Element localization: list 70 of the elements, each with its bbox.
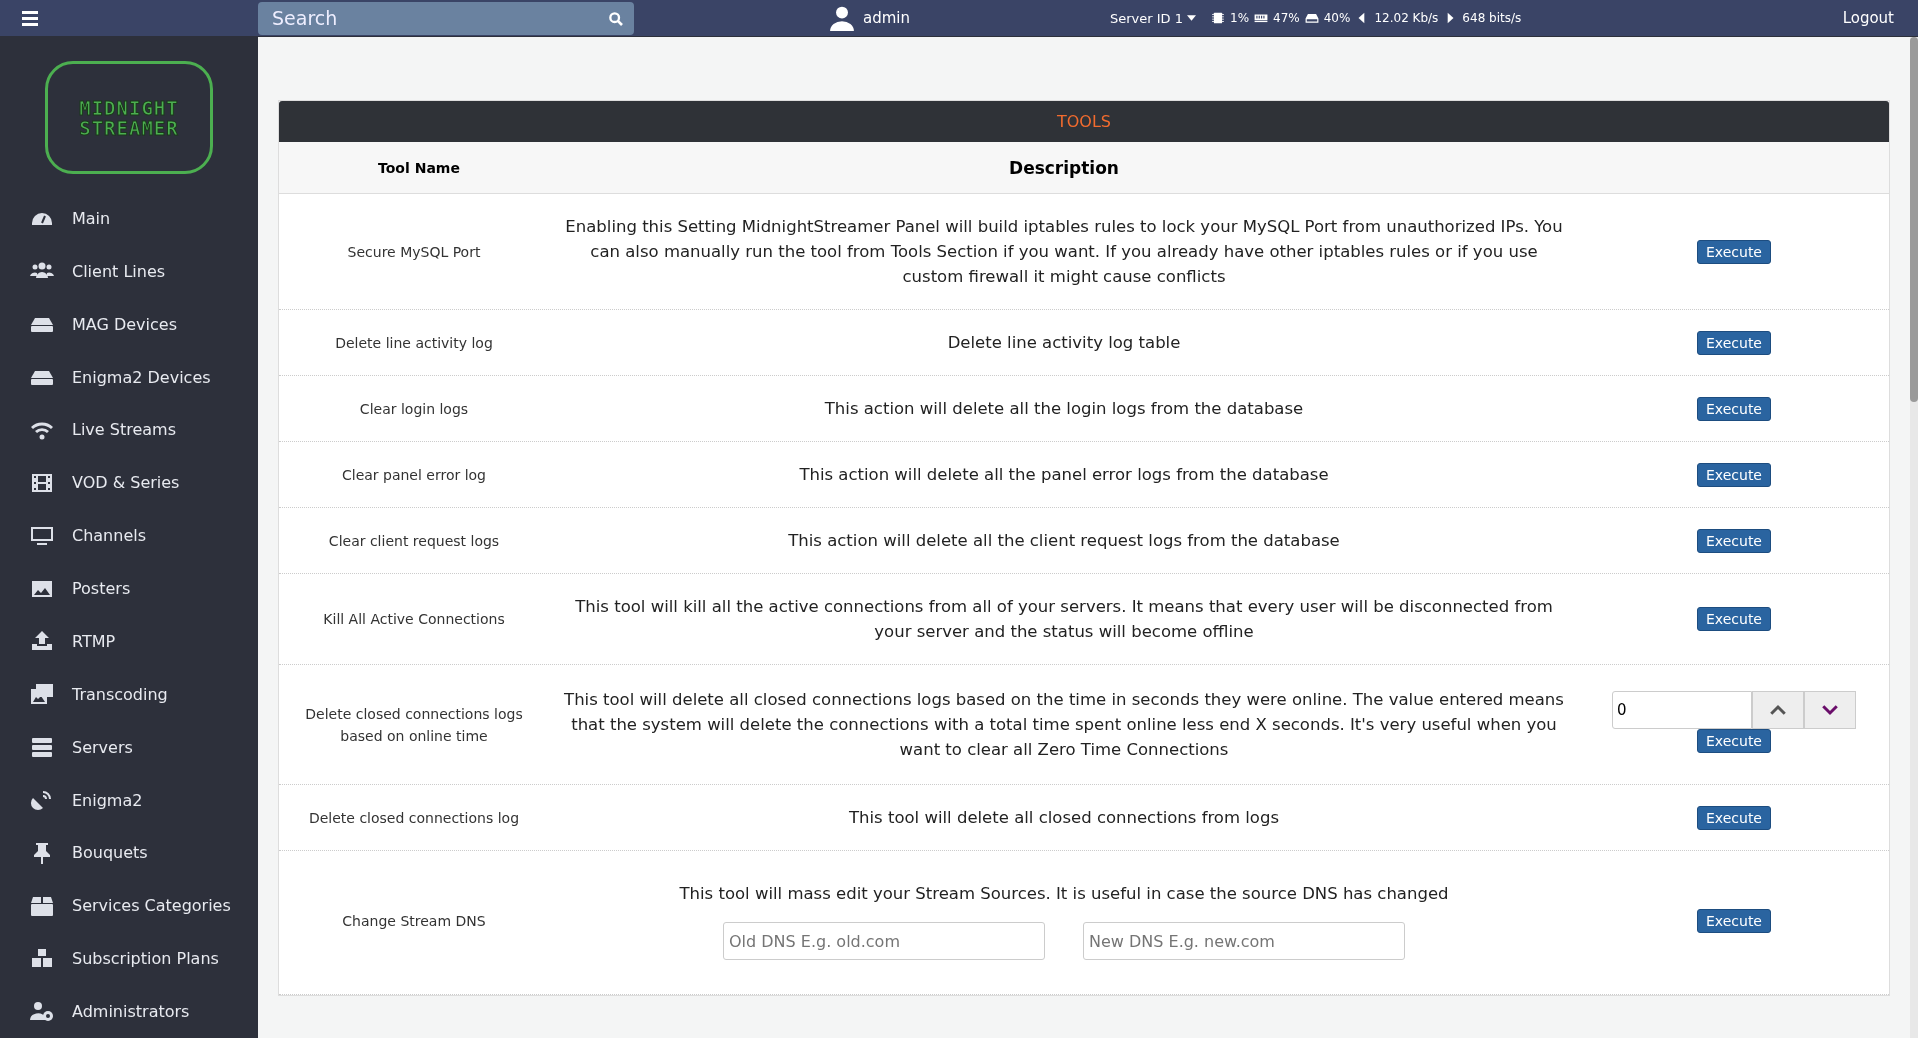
execute-button[interactable]: Execute bbox=[1697, 805, 1771, 830]
increment-button[interactable] bbox=[1752, 690, 1804, 729]
tool-description: This action will delete all the client request logs from the database bbox=[787, 530, 1341, 552]
sidebar-item[interactable]: Enigma2 bbox=[0, 773, 258, 827]
logout-link[interactable]: Logout bbox=[1842, 9, 1894, 27]
tool-name: Kill All Active Connections bbox=[322, 610, 506, 629]
tool-description: This action will delete all the login logs from the database bbox=[823, 398, 1305, 420]
search-icon[interactable] bbox=[608, 10, 624, 27]
tool-description: This tool will delete all closed connections logs based on the time in seconds they were online. The value entered means that the system will delete the connections with a total time spent online less end X seconds. It's very useful when you want to clear all Zero Time Connections bbox=[563, 689, 1565, 761]
tool-description: Delete line activity log table bbox=[946, 332, 1182, 354]
sidebar-item[interactable]: MAG Devices bbox=[0, 297, 258, 351]
execute-button[interactable]: Execute bbox=[1697, 462, 1771, 487]
tool-name: Delete closed connections logs based on online time bbox=[304, 704, 524, 746]
sidebar-item[interactable]: Client Lines bbox=[0, 245, 258, 298]
sidebar-item[interactable]: Main bbox=[0, 192, 258, 245]
sidebar-item[interactable]: Enigma2 Devices bbox=[0, 350, 258, 404]
tool-name: Clear login logs bbox=[358, 399, 470, 419]
tool-name: Secure MySQL Port bbox=[346, 242, 482, 262]
search-field[interactable]: Search bbox=[258, 1, 634, 35]
tool-description: Enabling this Setting MidnightStreamer Panel will build iptables rules to lock your MySQL Port from unauthorized IPs. You can also manually run the tool from Tools Section if you want. If you already have other iptables rules or if you use custom firewall it might cause conflicts bbox=[564, 216, 1564, 288]
scrollbar[interactable] bbox=[1910, 37, 1918, 1038]
execute-button[interactable]: Execute bbox=[1697, 528, 1771, 553]
tool-description: This tool will delete all closed connections from logs bbox=[847, 807, 1281, 829]
execute-button[interactable]: Execute bbox=[1697, 330, 1771, 355]
logo: MIDNIGHT STREAMER bbox=[45, 61, 213, 175]
tool-name: Delete line activity log bbox=[334, 333, 494, 353]
user-icon bbox=[829, 5, 855, 31]
execute-button[interactable]: Execute bbox=[1697, 607, 1771, 631]
sidebar-item[interactable]: Servers bbox=[0, 720, 258, 774]
server-dropdown[interactable]: Server ID 1 bbox=[1110, 10, 1196, 26]
seconds-input[interactable]: 0 bbox=[1612, 690, 1752, 729]
stat-value: 648 bits/s bbox=[1462, 11, 1522, 25]
cpu-icon bbox=[1210, 11, 1226, 25]
tool-name: Change Stream DNS bbox=[341, 911, 487, 931]
sidebar-item[interactable]: VOD & Series bbox=[0, 456, 258, 510]
chevron-down-icon bbox=[1821, 702, 1839, 717]
sidebar-item[interactable]: Posters bbox=[0, 562, 258, 615]
tool-description: This tool will kill all the active connections from all of your servers. It means that every user will be disconnected from your server and the status will become offline bbox=[574, 596, 1554, 643]
username[interactable]: admin bbox=[863, 9, 910, 27]
execute-button[interactable]: Execute bbox=[1697, 728, 1771, 753]
caret-icon bbox=[1187, 15, 1196, 21]
tool-name: Clear client request logs bbox=[327, 531, 501, 551]
stat-value: 1% bbox=[1230, 11, 1250, 25]
sidebar-item[interactable]: Administrators bbox=[0, 985, 258, 1038]
images-icon bbox=[28, 682, 56, 707]
stat-value: 12.02 Kb/s bbox=[1374, 11, 1439, 25]
execute-button[interactable]: Execute bbox=[1697, 396, 1771, 421]
decrement-button[interactable] bbox=[1804, 690, 1856, 729]
tool-description: This tool will mass edit your Stream Sources. It is useful in case the source DNS has changed bbox=[678, 883, 1450, 905]
dns-input[interactable]: New DNS E.g. new.com bbox=[1083, 922, 1405, 960]
usercog-icon bbox=[28, 999, 56, 1024]
sidebar-item[interactable]: Transcoding bbox=[0, 667, 258, 721]
chevron-up-icon bbox=[1769, 702, 1787, 717]
execute-button[interactable]: Execute bbox=[1697, 908, 1771, 933]
sidebar-item[interactable]: Channels bbox=[0, 509, 258, 563]
stat-value: 40% bbox=[1323, 11, 1351, 25]
execute-button[interactable]: Execute bbox=[1697, 239, 1771, 264]
sidebar-item[interactable]: Subscription Plans bbox=[0, 932, 258, 985]
stat-value: 47% bbox=[1273, 11, 1300, 25]
tool-name: Delete closed connections log bbox=[307, 808, 521, 828]
sidebar-item[interactable]: Services Categories bbox=[0, 879, 258, 933]
tool-name: Clear panel error log bbox=[340, 465, 487, 485]
dns-input[interactable]: Old DNS E.g. old.com bbox=[723, 922, 1045, 960]
column-header: Tool Name bbox=[377, 159, 461, 176]
column-header: Description bbox=[1008, 157, 1120, 178]
sidebar-item[interactable]: Bouquets bbox=[0, 826, 258, 880]
sidebar-item[interactable]: Live Streams bbox=[0, 403, 258, 457]
panel-title: TOOLS bbox=[279, 101, 1889, 142]
sidebar-item[interactable]: RTMP bbox=[0, 615, 258, 668]
tool-description: This action will delete all the panel error logs from the database bbox=[798, 464, 1330, 486]
